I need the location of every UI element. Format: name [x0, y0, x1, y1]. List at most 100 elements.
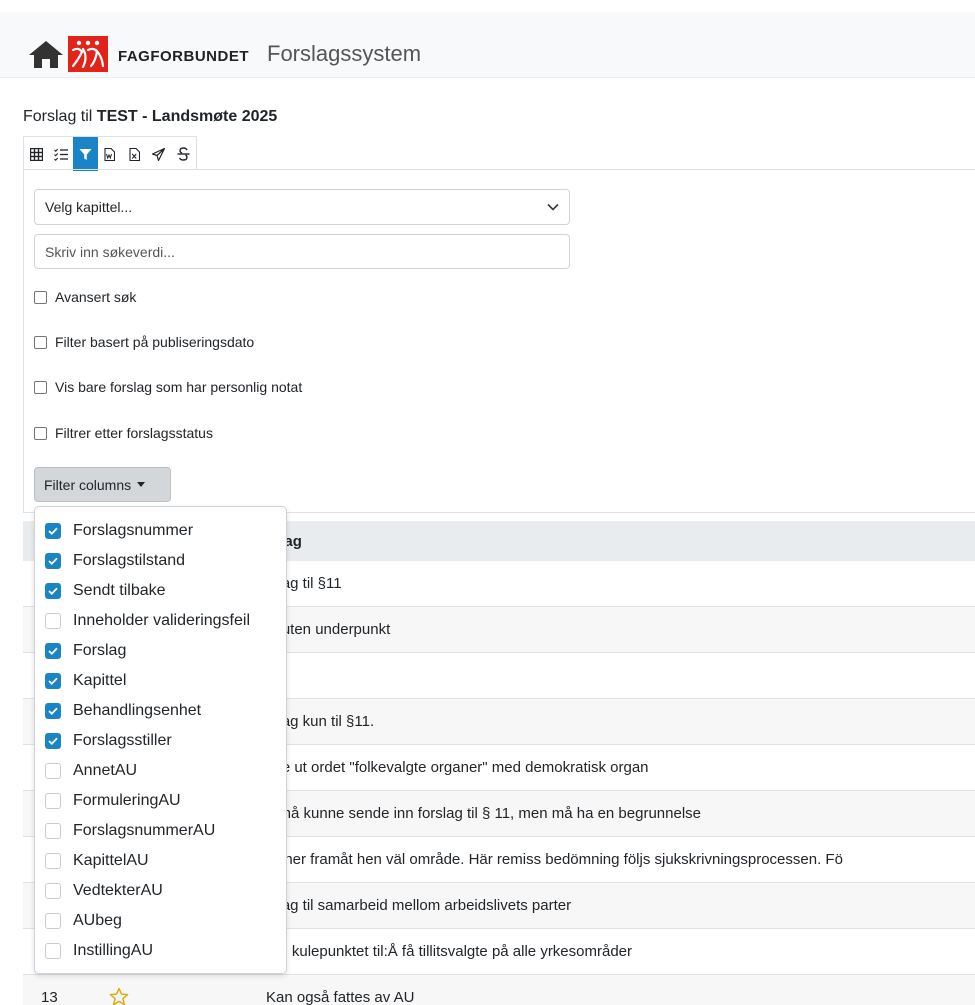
column-option-valideringsfeil[interactable]: Inneholder valideringsfeil	[45, 612, 250, 630]
advanced-search-checkbox[interactable]: Avansert søk	[34, 289, 136, 305]
chapter-select[interactable]: Velg kapittel...	[34, 189, 570, 225]
proposal-text: iljoner framåt hen väl område. Här remis…	[266, 851, 843, 868]
checked-checkbox[interactable]	[45, 643, 61, 659]
column-option-label: ForslagsnummerAU	[73, 822, 216, 839]
table-icon	[29, 147, 43, 161]
column-option-forslagsnummerau[interactable]: ForslagsnummerAU	[45, 822, 215, 840]
page-title-prefix: Forslag til	[23, 108, 97, 125]
checked-checkbox[interactable]	[45, 553, 61, 569]
check-icon	[48, 737, 58, 745]
filter-columns-label: Filter columns	[44, 476, 132, 493]
column-option-label: Sendt tilbake	[73, 582, 166, 599]
caret-down-icon	[137, 482, 146, 487]
column-option-vedtekterau[interactable]: VedtekterAU	[45, 882, 163, 900]
column-option-label: VedtekterAU	[73, 882, 163, 899]
column-option-kapittel[interactable]: Kapittel	[45, 672, 126, 690]
status-filter-checkbox[interactable]: Filtrer etter forslagsstatus	[34, 425, 213, 441]
publish-date-filter-label: Filter basert på publiseringsdato	[55, 334, 255, 350]
column-option-forslagstilstand[interactable]: Forslagstilstand	[45, 552, 185, 570]
proposal-number: 13	[41, 989, 58, 1005]
checkbox-box[interactable]	[34, 380, 47, 394]
check-icon	[48, 707, 58, 715]
unchecked-checkbox[interactable]	[45, 943, 61, 959]
unchecked-checkbox[interactable]	[45, 913, 61, 929]
unchecked-checkbox[interactable]	[45, 763, 61, 779]
column-option-label: Behandlingsenhet	[73, 702, 202, 719]
check-icon	[48, 557, 58, 565]
send-icon	[152, 147, 166, 161]
page-title-event: TEST - Landsmøte 2025	[96, 108, 278, 125]
page-title: Forslag til TEST - Landsmøte 2025	[23, 108, 277, 126]
strikethrough-button[interactable]	[171, 137, 196, 171]
publish-date-filter-checkbox[interactable]: Filter basert på publiseringsdato	[34, 334, 254, 350]
app-title[interactable]: Forslagssystem	[267, 41, 421, 67]
proposal-text: ytte ut ordet "folkevalgte organer" med …	[266, 759, 649, 776]
checked-checkbox[interactable]	[45, 673, 61, 689]
chevron-down-icon	[547, 203, 559, 211]
advanced-search-label: Avansert søk	[55, 289, 137, 305]
filter-icon	[79, 148, 92, 160]
checkbox-box[interactable]	[34, 335, 47, 349]
send-button[interactable]	[147, 137, 172, 171]
export-word-button[interactable]	[98, 137, 123, 171]
check-icon	[48, 527, 58, 535]
home-icon[interactable]	[27, 39, 65, 69]
list-view-button[interactable]	[49, 137, 74, 171]
unchecked-checkbox[interactable]	[45, 883, 61, 899]
filter-view-button[interactable]	[73, 137, 98, 171]
column-option-label: InstillingAU	[73, 942, 154, 959]
checkbox-box[interactable]	[34, 290, 47, 304]
filter-columns-button[interactable]: Filter columns	[34, 467, 171, 502]
column-option-instillingau[interactable]: InstillingAU	[45, 942, 153, 960]
column-option-forslagsnummer[interactable]: Forslagsnummer	[45, 522, 193, 540]
personal-note-checkbox[interactable]: Vis bare forslag som har personlig notat	[34, 379, 302, 395]
personal-note-label: Vis bare forslag som har personlig notat	[55, 379, 303, 395]
word-file-icon	[104, 147, 116, 161]
check-icon	[48, 647, 58, 655]
proposal-text: rslag til samarbeid mellom arbeidslivets…	[266, 897, 572, 914]
unchecked-checkbox[interactable]	[45, 613, 61, 629]
search-input[interactable]	[34, 234, 570, 269]
column-option-forslag[interactable]: Forslag	[45, 642, 126, 660]
proposal-text: st	[266, 667, 975, 684]
proposal-text: Kan også fattes av AU	[266, 989, 415, 1005]
column-option-behandlingsenhet[interactable]: Behandlingsenhet	[45, 702, 201, 720]
column-option-label: Kapittel	[73, 672, 127, 689]
column-option-label: FormuleringAU	[73, 792, 181, 809]
proposal-text: rslag kun til §11.	[266, 713, 375, 730]
list-check-icon	[53, 148, 68, 161]
column-option-label: KapittelAU	[73, 852, 149, 869]
column-option-aubeg[interactable]: AUbeg	[45, 912, 122, 930]
column-option-label: Inneholder valideringsfeil	[73, 612, 250, 629]
export-excel-button[interactable]	[122, 137, 147, 171]
proposal-text: g må kunne sende inn forslag til § 11, m…	[266, 805, 701, 822]
table-view-button[interactable]	[24, 137, 49, 171]
star-icon[interactable]	[109, 987, 129, 1005]
column-option-kapittelau[interactable]: KapittelAU	[45, 852, 149, 870]
proposal-text: dre kulepunktet til:Å få tillitsvalgte p…	[266, 943, 633, 960]
checked-checkbox[interactable]	[45, 733, 61, 749]
chapter-select-value: Velg kapittel...	[45, 199, 133, 215]
column-option-label: Forslagstilstand	[73, 552, 186, 569]
excel-file-icon	[129, 147, 140, 161]
checked-checkbox[interactable]	[45, 703, 61, 719]
status-filter-label: Filtrer etter forslagsstatus	[55, 425, 213, 441]
column-option-sendt-tilbake[interactable]: Sendt tilbake	[45, 582, 166, 600]
unchecked-checkbox[interactable]	[45, 853, 61, 869]
proposal-text: st uten underpunkt	[266, 621, 391, 638]
view-toolbar	[23, 136, 197, 171]
column-option-annetau[interactable]: AnnetAU	[45, 762, 137, 780]
fagforbundet-logo	[68, 36, 108, 72]
strikethrough-icon	[177, 147, 190, 161]
checked-checkbox[interactable]	[45, 523, 61, 539]
column-option-label: Forslagsnummer	[73, 522, 194, 539]
column-option-formuleringau[interactable]: FormuleringAU	[45, 792, 181, 810]
check-icon	[48, 587, 58, 595]
check-icon	[48, 677, 58, 685]
checked-checkbox[interactable]	[45, 583, 61, 599]
column-option-forslagsstiller[interactable]: Forslagsstiller	[45, 732, 172, 750]
checkbox-box[interactable]	[34, 426, 47, 440]
unchecked-checkbox[interactable]	[45, 823, 61, 839]
table-row[interactable]: 13 Kan også fattes av AU	[23, 975, 975, 1005]
unchecked-checkbox[interactable]	[45, 793, 61, 809]
